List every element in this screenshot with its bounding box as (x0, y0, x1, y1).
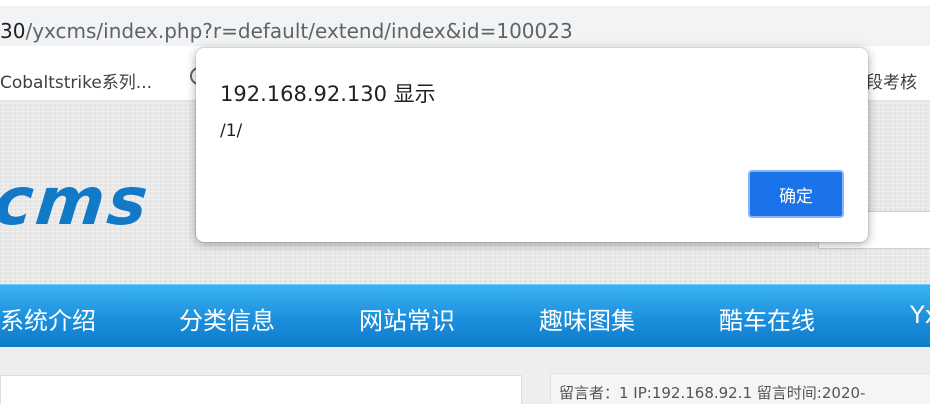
omnibox[interactable]: 30/yxcms/index.php?r=default/extend/inde… (0, 6, 930, 46)
nav-item-system-intro[interactable]: 系统介绍 (0, 301, 96, 336)
nav-item-yx[interactable]: Yx (910, 301, 930, 329)
left-panel (0, 375, 522, 404)
ok-button[interactable]: 确定 (748, 170, 844, 218)
nav-item-web-knowledge[interactable]: 网站常识 (359, 301, 455, 336)
bookmark-kaohe[interactable]: 段考核 (866, 68, 917, 93)
comment-meta-text: 留言者：1 IP:192.168.92.1 留言时间:2020- (559, 384, 866, 402)
page: 30/yxcms/index.php?r=default/extend/inde… (0, 0, 930, 404)
comment-meta-panel: 留言者：1 IP:192.168.92.1 留言时间:2020- (550, 373, 930, 404)
content-area: 留言者：1 IP:192.168.92.1 留言时间:2020- (0, 347, 930, 404)
site-logo[interactable]: cms (0, 163, 154, 240)
url-host-fragment: 30 (0, 19, 26, 43)
nav-item-classified[interactable]: 分类信息 (179, 301, 275, 336)
bookmark-cobaltstrike[interactable]: Cobaltstrike系列... (0, 68, 152, 93)
browser-address-bar: 30/yxcms/index.php?r=default/extend/inde… (0, 0, 930, 50)
url-text[interactable]: 30/yxcms/index.php?r=default/extend/inde… (0, 19, 573, 43)
dialog-message: /1/ (220, 121, 243, 141)
dialog-title: 192.168.92.130 显示 (220, 82, 436, 106)
alert-dialog: 192.168.92.130 显示 /1/ 确定 (196, 48, 868, 242)
nav-item-fun-gallery[interactable]: 趣味图集 (539, 301, 635, 336)
url-path: /yxcms/index.php?r=default/extend/index&… (25, 19, 573, 43)
site-nav: 系统介绍 分类信息 网站常识 趣味图集 酷车在线 Yx (0, 284, 930, 348)
nav-item-cool-cars[interactable]: 酷车在线 (719, 301, 815, 336)
